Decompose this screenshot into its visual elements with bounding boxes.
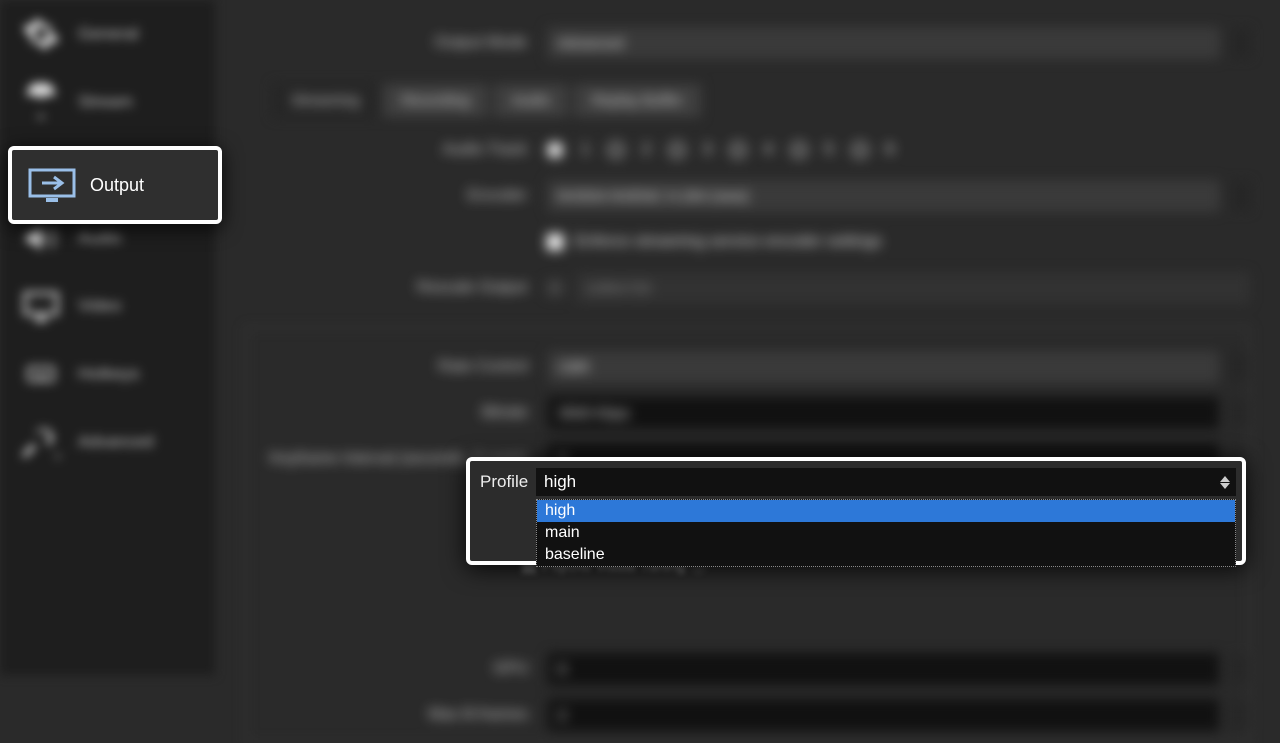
sidebar-item-stream[interactable]: Stream xyxy=(0,68,215,136)
profile-select[interactable]: high xyxy=(536,468,1236,496)
tab-replay-buffer[interactable]: Replay Buffer xyxy=(574,84,701,117)
encoder-select[interactable]: NVIDIA NVENC H.264 (new) xyxy=(547,180,1220,212)
spinner-icon[interactable] xyxy=(1231,353,1249,381)
rate-control-label: Rate Control xyxy=(246,358,536,376)
radio-6[interactable] xyxy=(852,142,868,158)
output-settings-panel: Output Mode Advanced Streaming Recording… xyxy=(215,0,1280,675)
sidebar-label: Hotkeys xyxy=(78,364,139,384)
sidebar-label: Video xyxy=(78,296,121,316)
profile-option-baseline[interactable]: baseline xyxy=(537,544,1235,566)
output-icon xyxy=(28,166,76,204)
rescale-label: Rescale Output xyxy=(245,279,535,297)
profile-options-list: high main baseline xyxy=(536,499,1236,567)
sidebar-item-general[interactable]: General xyxy=(0,0,215,68)
rescale-checkbox[interactable] xyxy=(547,280,563,296)
sidebar-label: Stream xyxy=(78,92,133,112)
sidebar-item-video[interactable]: Video xyxy=(0,272,215,340)
bitrate-label: Bitrate xyxy=(246,404,536,422)
profile-label: Profile xyxy=(476,472,536,492)
spinner-icon[interactable] xyxy=(1231,701,1249,729)
profile-dropdown-popup: Profile high high main baseline xyxy=(466,457,1246,565)
tab-recording[interactable]: Recording xyxy=(383,84,487,117)
max-b-input[interactable]: 2 xyxy=(548,699,1219,731)
bitrate-input[interactable]: 3500 Kbps xyxy=(548,397,1219,429)
radio-3[interactable] xyxy=(669,142,685,158)
gpu-input[interactable]: 0 xyxy=(548,653,1219,685)
sidebar-item-output[interactable]: Output xyxy=(8,146,222,224)
tools-icon xyxy=(20,421,62,463)
spinner-icon[interactable] xyxy=(1231,399,1249,427)
monitor-icon xyxy=(20,285,62,327)
profile-option-main[interactable]: main xyxy=(537,522,1235,544)
enforce-checkbox[interactable] xyxy=(547,234,563,250)
sidebar-item-advanced[interactable]: Advanced xyxy=(0,408,215,476)
radio-4[interactable] xyxy=(730,142,746,158)
radio-1[interactable] xyxy=(547,142,563,158)
audio-track-radios: 1 2 3 4 5 6 xyxy=(547,141,894,159)
spinner-icon[interactable] xyxy=(1232,29,1250,57)
output-tabs: Streaming Recording Audio Replay Buffer xyxy=(273,84,1250,117)
chevron-updown-icon xyxy=(1220,476,1230,489)
gear-icon xyxy=(20,13,62,55)
spinner-icon[interactable] xyxy=(1231,655,1249,683)
sidebar-label: Audio xyxy=(78,228,121,248)
encoder-label: Encoder xyxy=(245,187,535,205)
spinner-icon[interactable] xyxy=(1232,182,1250,210)
max-b-label: Max B-frames xyxy=(246,706,536,724)
output-mode-select[interactable]: Advanced xyxy=(547,27,1220,59)
output-mode-label: Output Mode xyxy=(245,34,535,52)
rescale-select[interactable]: 1280x720 xyxy=(575,272,1250,304)
enforce-label: Enforce streaming service encoder settin… xyxy=(575,233,882,251)
sidebar-label: General xyxy=(78,24,138,44)
settings-sidebar: General Stream Audio Video Hotkeys Advan… xyxy=(0,0,215,675)
rate-control-select[interactable]: CBR xyxy=(548,351,1219,383)
profile-option-high[interactable]: high xyxy=(537,500,1235,522)
keyboard-icon xyxy=(20,353,62,395)
audio-track-label: Audio Track xyxy=(245,141,535,159)
radio-5[interactable] xyxy=(791,142,807,158)
sidebar-label: Output xyxy=(90,175,144,196)
gpu-label: GPU xyxy=(246,660,536,678)
sidebar-item-hotkeys[interactable]: Hotkeys xyxy=(0,340,215,408)
radio-2[interactable] xyxy=(608,142,624,158)
tab-streaming[interactable]: Streaming xyxy=(273,84,377,117)
tab-audio[interactable]: Audio xyxy=(494,84,568,117)
broadcast-icon xyxy=(20,81,62,123)
sidebar-label: Advanced xyxy=(78,432,154,452)
